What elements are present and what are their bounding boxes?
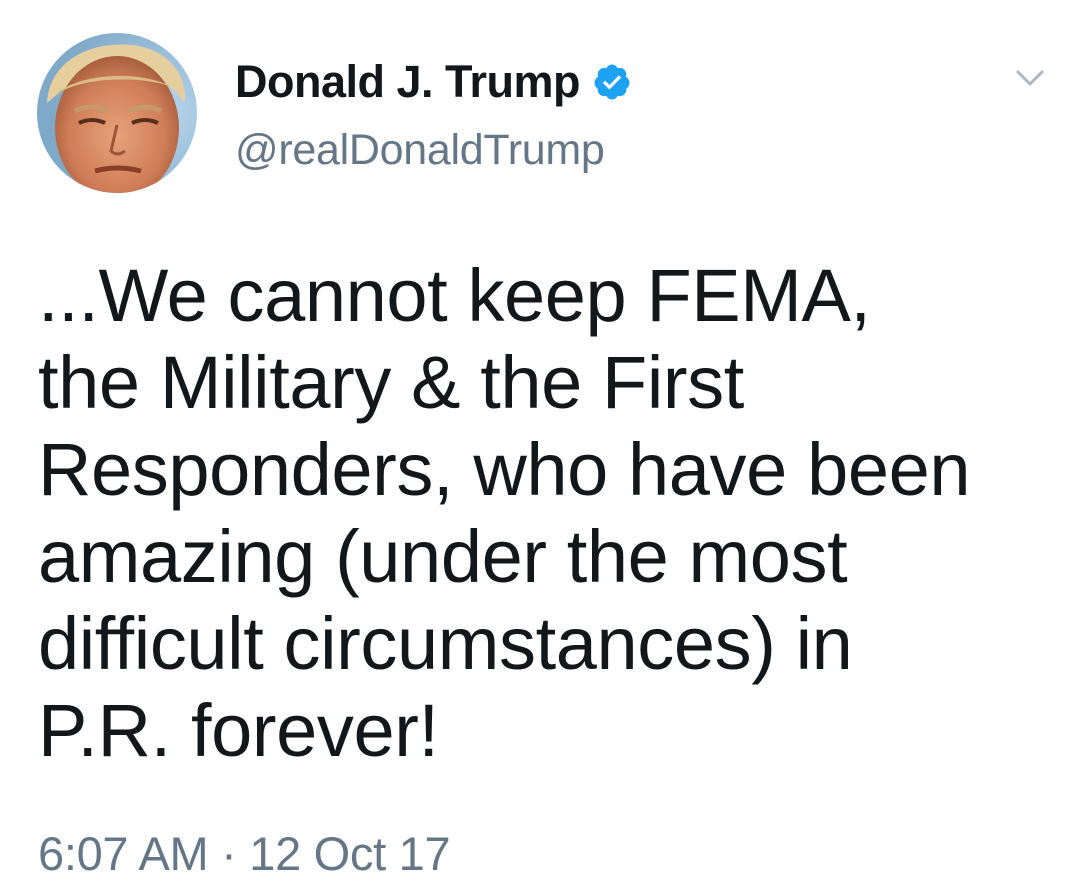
tweet-text-line: ...We cannot keep FEMA, xyxy=(38,254,871,337)
tweet-text-line: amazing (under the most xyxy=(38,515,848,598)
timestamp-time: 6:07 AM xyxy=(38,827,209,880)
tweet-text-line: the Military & the First xyxy=(38,341,744,424)
tweet-card: Donald J. Trump @realDonaldTrump ...We c… xyxy=(0,0,1080,895)
display-name[interactable]: Donald J. Trump xyxy=(235,56,581,108)
timestamp-date: 12 Oct 17 xyxy=(249,827,451,880)
avatar[interactable] xyxy=(37,33,197,193)
tweet-text: ...We cannot keep FEMA, the Military & t… xyxy=(38,252,1048,774)
tweet-text-line: Responders, who have been xyxy=(38,428,971,511)
timestamp-separator: · xyxy=(221,827,237,880)
avatar-image xyxy=(37,33,197,193)
tweet-text-line: difficult circumstances) in xyxy=(38,602,853,685)
author-row[interactable]: Donald J. Trump xyxy=(235,52,632,112)
verified-badge-icon xyxy=(592,62,632,102)
tweet-timestamp[interactable]: 6:07 AM · 12 Oct 17 xyxy=(38,826,451,881)
tweet-text-line: P.R. forever! xyxy=(38,689,439,772)
author-handle[interactable]: @realDonaldTrump xyxy=(235,126,605,175)
chevron-down-icon xyxy=(1016,70,1044,86)
tweet-menu-button[interactable] xyxy=(1012,60,1048,96)
